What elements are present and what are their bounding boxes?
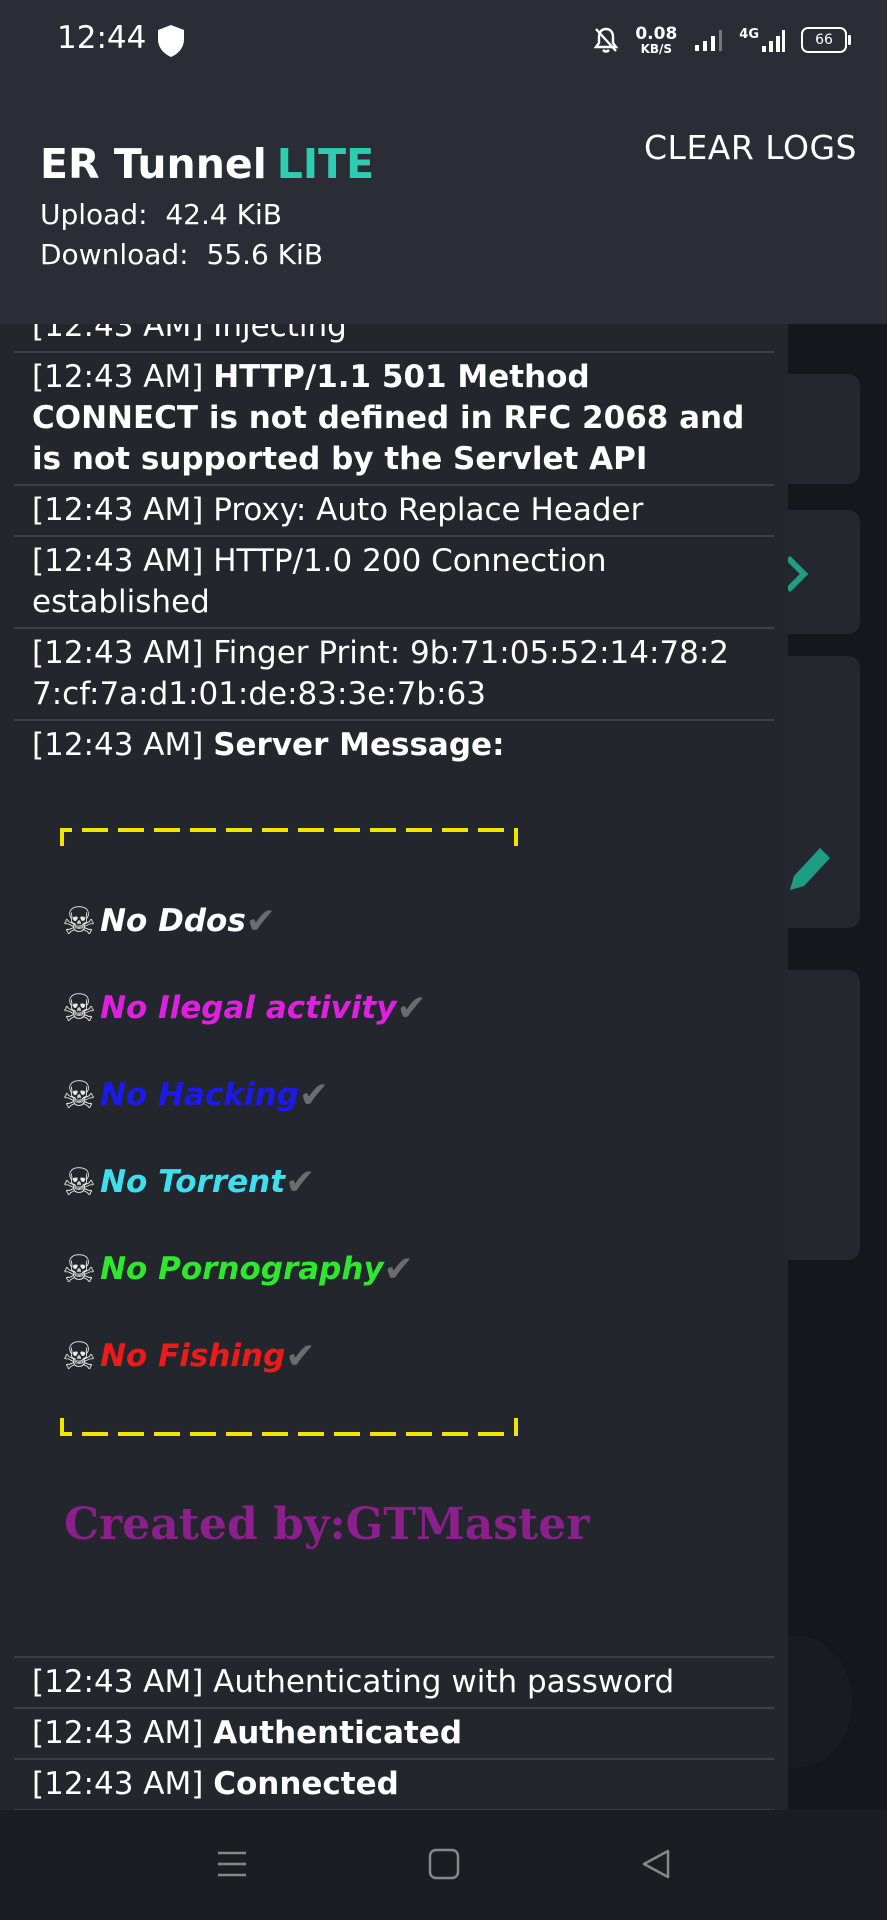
back-icon[interactable] [640,1848,672,1880]
app-title: ER Tunnel LITE [40,140,375,188]
rule-item: ☠ No Hacking ✔ [62,1073,330,1117]
skull-icon: ☠ [62,1160,97,1204]
battery-icon: 66 [801,27,851,53]
pencil-icon [790,848,830,890]
signal-4g-icon: 4G [739,27,785,54]
check-icon: ✔ [298,1075,330,1116]
rule-item: ☠ No Ilegal activity ✔ [62,986,427,1030]
skull-icon: ☠ [62,1334,97,1378]
menu-icon[interactable] [216,1848,248,1880]
check-icon: ✔ [285,1162,316,1203]
check-icon: ✔ [285,1336,316,1377]
skull-icon: ☠ [62,1247,97,1291]
skull-icon: ☠ [62,1073,97,1117]
upload-stat: Upload: 42.4 KiB [40,198,282,231]
home-icon[interactable] [428,1848,460,1880]
mute-icon [593,27,619,53]
check-icon: ✔ [245,901,276,942]
log-entry: [12:43 AM] Authenticating with password [14,1658,774,1709]
rule-item: ☠ No Fishing ✔ [62,1334,316,1378]
log-entry: [12:43 AM] Injecting [14,324,774,353]
log-list: [12:43 AM] Injecting [12:43 AM] HTTP/1.1… [14,324,774,1810]
rule-item: ☠ No Torrent ✔ [62,1160,316,1204]
skull-icon: ☠ [62,899,97,943]
check-icon: ✔ [396,988,427,1029]
shield-icon [158,25,184,57]
skull-icon: ☠ [62,986,97,1030]
created-by-text: Created by:GTMaster [64,1499,590,1550]
download-stat: Download: 55.6 KiB [40,238,324,271]
log-entry: [12:43 AM] HTTP/1.1 501 Method CONNECT i… [14,353,774,486]
bracket-decoration [60,828,518,846]
background-card [788,374,860,484]
status-time: 12:44 [57,20,147,56]
status-bar: 12:44 0.08 KB/S 4G 66 [0,0,887,80]
navigation-bar [0,1810,887,1920]
bracket-decoration [60,1418,518,1436]
clear-logs-button[interactable]: CLEAR LOGS [644,128,857,167]
rule-item: ☠ No Pornography ✔ [62,1247,414,1291]
log-entry: [12:43 AM] Connected [14,1760,774,1810]
signal-icon [695,30,723,51]
background-card [788,970,860,1260]
log-entry-server-message: [12:43 AM] Server Message: ☠ No Ddos ✔ ☠… [14,721,774,1658]
log-entry: [12:43 AM] Finger Print: 9b:71:05:52:14:… [14,629,774,721]
lite-badge: LITE [276,140,375,188]
rule-item: ☠ No Ddos ✔ [62,899,276,943]
network-speed: 0.08 KB/S [635,23,678,56]
app-header: ER Tunnel LITE Upload: 42.4 KiB Download:… [0,80,887,324]
log-entry: [12:43 AM] Proxy: Auto Replace Header [14,486,774,537]
check-icon: ✔ [383,1249,414,1290]
server-message-body: ☠ No Ddos ✔ ☠ No Ilegal activity ✔ ☠ No … [32,766,756,1656]
log-entry: [12:43 AM] HTTP/1.0 200 Connection estab… [14,537,774,629]
log-entry: [12:43 AM] Authenticated [14,1709,774,1760]
status-icons: 0.08 KB/S 4G 66 [593,18,851,62]
log-panel: [12:43 AM] Injecting [12:43 AM] HTTP/1.1… [0,324,788,1810]
